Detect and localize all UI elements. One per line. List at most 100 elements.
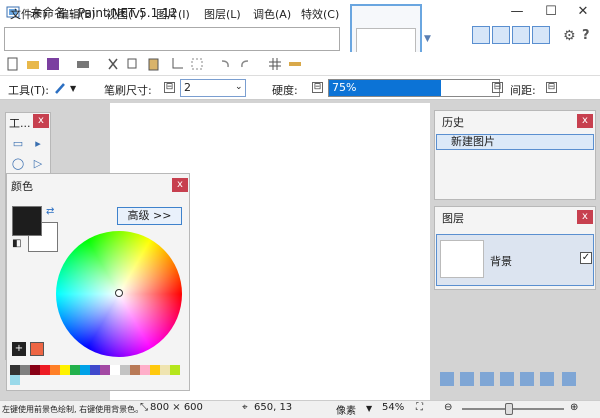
close-button[interactable]: ✕ [566,0,600,24]
palette-swatch[interactable] [20,365,30,375]
layers-panel-title: 图层 [442,212,464,225]
cursor-icon: ⌖ [242,402,248,413]
palette-menu-icon[interactable] [30,342,44,356]
copy-icon[interactable] [126,57,140,71]
add-layer-icon[interactable] [440,372,454,386]
canvas-size: 800 × 600 [150,402,203,413]
menu-layers[interactable]: 图层(L) [204,6,241,22]
tools-panel-title: 工... [9,117,31,130]
history-panel-title: 历史 [442,116,464,129]
palette-swatch[interactable] [90,365,100,375]
zoom-value: 54% [382,402,405,413]
menu-outline [4,27,340,51]
tools-toggle-icon[interactable] [472,26,490,44]
ruler-icon[interactable] [288,57,302,71]
menu-edit[interactable]: 编辑(E) [58,6,96,22]
ellipse-select-icon[interactable]: ◯ [10,156,26,172]
zoom-slider-thumb[interactable] [505,403,513,415]
cursor-position: 650, 13 [254,402,293,413]
reset-colors-icon[interactable]: ◧ [12,238,21,249]
menu-adjustments[interactable]: 调色(A) [253,6,291,22]
paste-icon[interactable] [146,57,160,71]
spacing-decrease-button[interactable]: ⊟ [492,82,503,93]
palette-swatch[interactable] [120,365,130,375]
redo-icon[interactable] [238,57,252,71]
grid-icon[interactable] [268,57,282,71]
gear-icon[interactable]: ⚙ [563,28,576,44]
save-icon[interactable] [46,57,60,71]
palette-swatch[interactable] [70,365,80,375]
move-icon[interactable]: ▷ [30,156,46,172]
zoom-slider[interactable] [462,408,564,410]
colors-panel-title: 颜色 [11,180,33,193]
palette-swatch[interactable] [150,365,160,375]
tools-panel-close-button[interactable]: x [33,114,49,128]
delete-layer-icon[interactable] [460,372,474,386]
open-folder-icon[interactable] [26,57,40,71]
spacing-decrease-button-2[interactable]: ⊟ [546,82,557,93]
canvas-size-icon: ⤡ [140,402,148,413]
chevron-down-icon[interactable]: ▼ [70,84,76,93]
palette-swatch[interactable] [60,365,70,375]
palette-swatch[interactable] [10,375,20,385]
palette-swatch[interactable] [140,365,150,375]
menu-image[interactable]: 图片(I) [156,6,190,22]
history-panel-close-button[interactable]: x [577,114,593,128]
chevron-down-icon[interactable]: ⌄ [235,82,243,92]
menu-effects[interactable]: 特效(C) [301,6,339,22]
palette-swatch[interactable] [160,365,170,375]
paintbrush-icon[interactable] [54,81,68,95]
unit-selector[interactable]: 像素 [336,402,356,417]
colors-toggle-icon[interactable] [532,26,550,44]
undo-icon[interactable] [218,57,232,71]
palette-swatch[interactable] [40,365,50,375]
hardness-label: 硬度: [272,84,298,97]
palette-swatch[interactable] [100,365,110,375]
merge-layer-icon[interactable] [500,372,514,386]
chevron-down-icon[interactable]: ▼ [424,34,431,44]
zoom-fit-icon[interactable]: ⛶ [416,402,423,413]
new-file-icon[interactable] [6,57,20,71]
rectangle-select-icon[interactable]: ▭ [10,136,26,152]
move-layer-down-icon[interactable] [540,372,554,386]
palette-swatch[interactable] [110,365,120,375]
palette-swatch[interactable] [50,365,60,375]
palette-swatch[interactable] [130,365,140,375]
history-item[interactable]: 新建图片 [436,134,594,150]
layer-visibility-checkbox[interactable]: ✓ [580,252,592,264]
zoom-out-icon[interactable]: ⊖ [444,402,452,413]
hardness-decrease-button[interactable]: ⊟ [312,82,323,93]
chevron-down-icon[interactable]: ▼ [366,404,372,413]
menu-file[interactable]: 文件(F) [10,6,47,22]
move-selection-icon[interactable]: ▸ [30,136,46,152]
history-toggle-icon[interactable] [492,26,510,44]
deselect-icon[interactable] [190,57,204,71]
palette-swatch[interactable] [10,365,20,375]
advanced-button[interactable]: 高级 >> [117,207,182,225]
zoom-in-icon[interactable]: ⊕ [570,402,578,413]
swap-colors-icon[interactable]: ⇄ [46,206,54,217]
add-to-palette-icon[interactable]: + [12,342,26,356]
palette-swatch[interactable] [80,365,90,375]
menu-view[interactable]: 视图(V) [106,6,144,22]
minimize-button[interactable]: — [500,0,534,24]
layers-panel-close-button[interactable]: x [577,210,593,224]
maximize-button[interactable]: ☐ [534,0,568,24]
layers-toggle-icon[interactable] [512,26,530,44]
primary-color-swatch[interactable] [12,206,42,236]
palette-swatch[interactable] [170,365,180,375]
cut-icon[interactable] [106,57,120,71]
help-icon[interactable]: ? [582,28,590,43]
brush-size-decrease-button[interactable]: ⊟ [164,82,175,93]
palette-swatch[interactable] [30,365,40,375]
spacing-label: 间距: [510,84,536,97]
layer-name: 背景 [490,255,512,268]
color-wheel-selector[interactable] [115,289,123,297]
colors-panel-close-button[interactable]: x [172,178,188,192]
layer-properties-icon[interactable] [562,372,576,386]
move-layer-up-icon[interactable] [520,372,534,386]
crop-icon[interactable] [170,57,184,71]
print-icon[interactable] [76,57,90,71]
duplicate-layer-icon[interactable] [480,372,494,386]
brush-size-label: 笔刷尺寸: [104,84,152,97]
